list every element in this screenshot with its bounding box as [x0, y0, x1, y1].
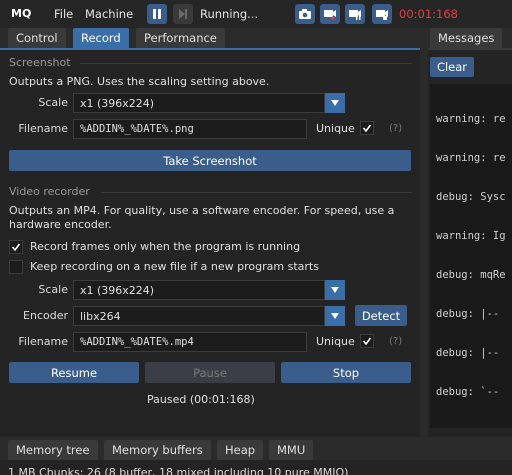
- menu-machine[interactable]: Machine: [85, 7, 133, 21]
- encoder-select[interactable]: libx264: [73, 306, 325, 326]
- screenshot-unique-label: Unique: [316, 122, 355, 135]
- video-scale-label: Scale: [38, 283, 68, 296]
- stop-button[interactable]: Stop: [281, 362, 411, 383]
- screenshot-help[interactable]: (?): [389, 123, 402, 134]
- record-running-checkbox[interactable]: [9, 240, 23, 254]
- tab-control[interactable]: Control: [8, 28, 66, 48]
- video-help[interactable]: (?): [389, 336, 402, 347]
- log-line: debug: Sysc: [436, 191, 506, 203]
- video-scale-select[interactable]: x1 (396x224): [73, 280, 325, 300]
- run-status: Running...: [200, 7, 259, 21]
- tab-record[interactable]: Record: [73, 28, 129, 48]
- menu-file[interactable]: File: [54, 7, 73, 21]
- log-line: debug: mqRe: [436, 269, 506, 281]
- tab-performance[interactable]: Performance: [136, 28, 225, 48]
- screenshot-filename-label: Filename: [18, 122, 68, 135]
- video-heading: Video recorder: [9, 185, 90, 198]
- log-line: warning: re: [436, 113, 506, 125]
- messages-log: warning: re warning: re debug: Sysc warn…: [430, 84, 512, 428]
- tab-memory-buffers[interactable]: Memory buffers: [104, 440, 211, 460]
- video-unique-label: Unique: [316, 335, 355, 348]
- screenshot-unique-checkbox[interactable]: [360, 121, 374, 135]
- screenshot-heading: Screenshot: [9, 56, 71, 69]
- log-line: warning: Ig: [436, 230, 506, 242]
- tab-mmu[interactable]: MMU: [269, 440, 314, 460]
- camera-icon[interactable]: [295, 4, 315, 24]
- stop-video-icon[interactable]: [372, 4, 392, 24]
- app-name: MQ: [11, 7, 32, 20]
- screenshot-scale-label: Scale: [38, 96, 68, 109]
- take-screenshot-button[interactable]: Take Screenshot: [9, 150, 411, 171]
- new-file-label: Keep recording on a new file if a new pr…: [30, 260, 319, 273]
- section-divider: [101, 192, 412, 193]
- section-divider: [80, 63, 412, 64]
- screenshot-scale-select[interactable]: x1 (396x224): [73, 93, 325, 113]
- video-filename-field[interactable]: %ADDIN%_%DATE%.mp4: [73, 332, 307, 352]
- chevron-down-icon[interactable]: [325, 280, 345, 300]
- tab-memory-tree[interactable]: Memory tree: [8, 440, 98, 460]
- chevron-down-icon[interactable]: [325, 93, 345, 113]
- video-description: Outputs an MP4. For quality, use a softw…: [9, 204, 395, 231]
- pause-button: Pause: [145, 362, 275, 383]
- record-running-label: Record frames only when the program is r…: [30, 240, 301, 253]
- video-status: Paused (00:01:168): [147, 393, 255, 406]
- resume-button[interactable]: Resume: [9, 362, 139, 383]
- chevron-down-icon[interactable]: [325, 306, 345, 326]
- video-unique-checkbox[interactable]: [360, 334, 374, 348]
- pause-video-icon[interactable]: [345, 4, 365, 24]
- tab-messages[interactable]: Messages: [430, 28, 503, 48]
- new-file-checkbox[interactable]: [9, 260, 23, 274]
- screenshot-description: Outputs a PNG. Uses the scaling setting …: [9, 75, 270, 88]
- record-video-icon[interactable]: [320, 4, 340, 24]
- clear-button[interactable]: Clear: [430, 57, 474, 77]
- session-timer: 00:01:168: [399, 7, 458, 21]
- video-filename-label: Filename: [18, 335, 68, 348]
- encoder-label: Encoder: [23, 309, 68, 322]
- detect-button[interactable]: Detect: [355, 305, 407, 326]
- step-icon[interactable]: [173, 4, 193, 24]
- log-line: debug: `--: [436, 386, 500, 398]
- tab-heap[interactable]: Heap: [217, 440, 264, 460]
- screenshot-filename-field[interactable]: %ADDIN%_%DATE%.png: [73, 119, 307, 139]
- memory-status: 1 MB Chunks: 26 (8 buffer, 18 mixed incl…: [8, 466, 349, 475]
- log-line: debug: |--: [436, 308, 500, 320]
- log-line: debug: |--: [436, 347, 500, 359]
- log-line: warning: re: [436, 152, 506, 164]
- pause-icon[interactable]: [147, 4, 167, 24]
